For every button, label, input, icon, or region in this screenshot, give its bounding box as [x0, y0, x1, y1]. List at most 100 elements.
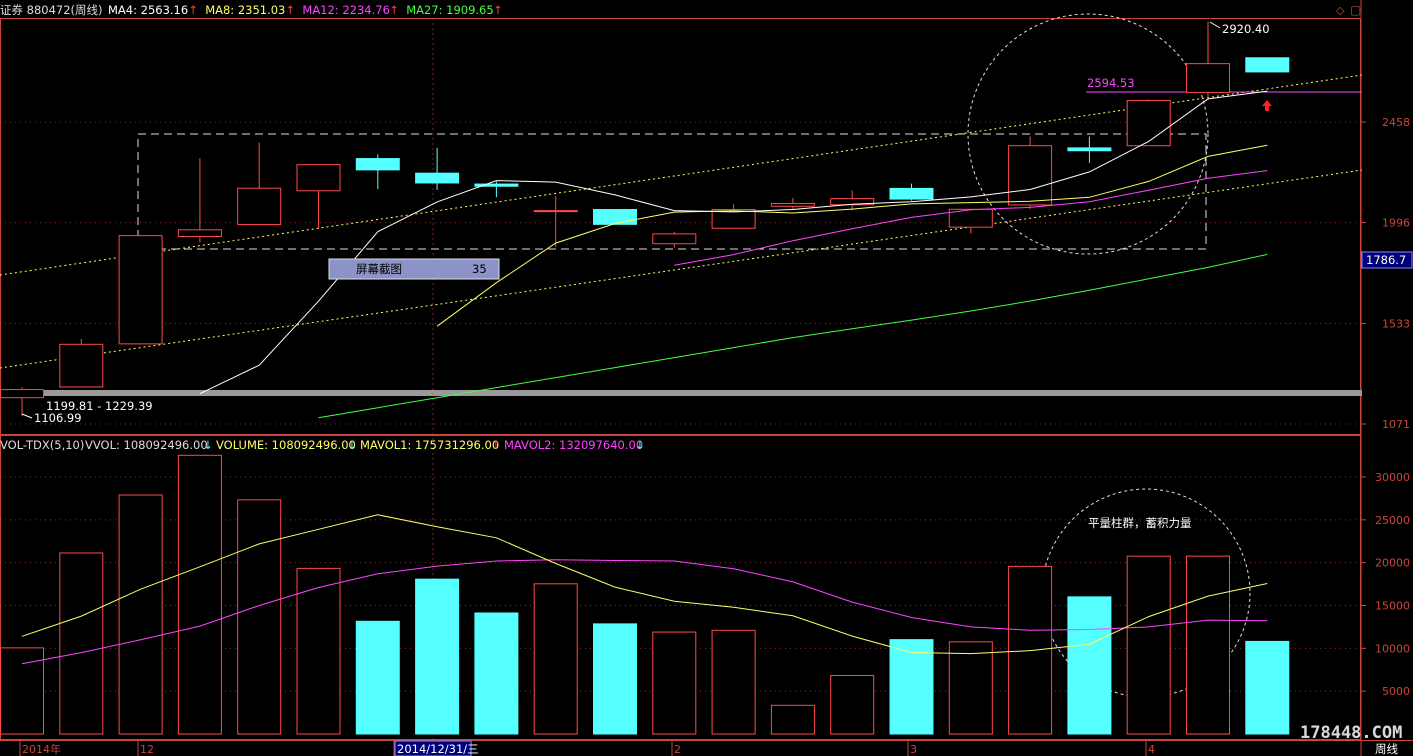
price-tick-label: 2458	[1382, 116, 1410, 129]
candle-up	[59, 343, 104, 388]
volume-tick-label: 5000	[1382, 685, 1410, 698]
ma-arrow-icon: ↑	[389, 3, 399, 17]
x-tick-label: 2	[674, 743, 681, 756]
candle-down	[415, 172, 460, 184]
volume-bar-down	[593, 623, 637, 735]
ma-legend-item-0: MA4: 2563.16	[108, 3, 188, 17]
ma-arrow-icon: ↑	[188, 3, 198, 17]
ma8-line	[436, 144, 1268, 327]
volume-arrow-icon: ↑	[491, 438, 501, 452]
volume-bar-up	[237, 499, 282, 735]
ma-legend-item-2: MA12: 2234.76	[302, 3, 390, 17]
volume-bar-down	[355, 620, 400, 735]
volume-bar-down	[1067, 596, 1112, 735]
volume-bar-up	[533, 583, 578, 735]
low-pointer	[21, 413, 33, 419]
candle-down	[593, 209, 637, 225]
close-icon[interactable]: ▢	[1350, 3, 1361, 17]
candle-up	[652, 233, 697, 245]
x-tick-label: 4	[1148, 743, 1155, 756]
ma-arrow-icon: ↑	[493, 3, 503, 17]
screenshot-tooltip[interactable]: 屏幕截图 35	[328, 258, 500, 280]
candle-up	[177, 229, 222, 238]
volume-tick-label: 25000	[1375, 514, 1410, 527]
candle-up	[1008, 145, 1053, 206]
volume-axis: 30000 25000 20000 15000 10000 5000	[1361, 471, 1410, 698]
volume-bar-up	[711, 629, 756, 735]
volume-bar-up	[1186, 555, 1230, 735]
candle-up	[1186, 63, 1230, 93]
ma-legend: MA4: 2563.16 ↑ MA8: 2351.03 ↑ MA12: 2234.76 ↑…	[108, 3, 503, 17]
volume-legend-item-2: MAVOL1: 175731296.00	[360, 438, 499, 452]
volume-tick-label: 30000	[1375, 471, 1410, 484]
candle-down	[355, 158, 400, 171]
candle-up	[770, 202, 815, 207]
volume-bar-up	[770, 704, 815, 735]
volume-tick-label: 10000	[1375, 642, 1410, 655]
candle-up	[118, 235, 163, 345]
price-axis: 2458 1996 1533 1071	[1361, 116, 1410, 431]
candle-up	[296, 164, 341, 192]
tooltip-value: 35	[472, 262, 487, 276]
x-tick-label: 2014年	[22, 742, 61, 756]
level-label: 2594.53	[1087, 76, 1135, 90]
x-axis: 2014年 12 2014/12/31/三 2 3 4	[19, 740, 1155, 756]
volume-bar-up	[830, 675, 875, 735]
candle-down	[889, 187, 934, 200]
period-label: 周线	[1375, 742, 1398, 756]
last-price-badge: 1786.7	[1361, 251, 1413, 269]
volume-legend-item-3: MAVOL2: 132097640.00	[504, 438, 643, 452]
volume-bar-up	[177, 454, 222, 735]
volume-note: 平量柱群，蓄积力量	[1088, 516, 1192, 530]
volume-arrow-icon: ↓	[347, 438, 357, 452]
volume-bar-down	[1245, 640, 1290, 735]
volume-bar-up	[1126, 555, 1171, 735]
high-label: 2920.40	[1222, 22, 1270, 36]
price-tick-label: 1071	[1382, 418, 1410, 431]
price-header: 证券 880472(周线) MA4: 2563.16 ↑ MA8: 2351.03 ↑…	[0, 3, 503, 17]
volume-bar-up	[296, 567, 341, 735]
ma-lines	[199, 90, 1268, 419]
last-price-value: 1786.7	[1366, 253, 1406, 267]
volume-bar-up	[118, 494, 163, 735]
x-tick-label: 2014/12/31/三	[397, 742, 479, 756]
price-panel-frame	[0, 18, 1361, 435]
candle-up	[237, 187, 282, 226]
candle-up	[1126, 99, 1171, 147]
volume-bar-down	[474, 612, 519, 735]
ma-legend-item-1: MA8: 2351.03	[205, 3, 285, 17]
volume-arrow-icon: ↓	[635, 438, 645, 452]
volume-arrow-icon: ↓	[203, 438, 213, 452]
volume-bar-down	[889, 639, 934, 735]
x-tick-label: 12	[140, 743, 154, 756]
ma-arrow-icon: ↑	[285, 3, 295, 17]
candle-up	[533, 210, 578, 213]
window-controls[interactable]: ◇ ▢	[1336, 3, 1361, 17]
volume-tick-label: 20000	[1375, 557, 1410, 570]
volume-bar-down	[415, 578, 460, 735]
high-pointer	[1209, 21, 1221, 29]
lower-trendline	[0, 169, 1363, 369]
volume-tick-label: 15000	[1375, 600, 1410, 613]
candle-down	[1067, 147, 1112, 152]
price-tick-label: 1533	[1382, 317, 1410, 330]
stock-chart[interactable]: 证券 880472(周线) MA4: 2563.16 ↑ MA8: 2351.03 ↑…	[0, 0, 1413, 756]
restore-icon[interactable]: ◇	[1336, 4, 1345, 17]
candle-up	[0, 389, 44, 399]
volume-bar-up	[59, 552, 104, 735]
candle-down	[1245, 57, 1290, 73]
support-band	[44, 390, 1362, 396]
volume-bar-up	[948, 641, 993, 735]
x-tick-label: 3	[910, 743, 917, 756]
ma-legend-item-3: MA27: 1909.65	[406, 3, 494, 17]
volume-indicator-name: VOL-TDX(5,10)	[0, 438, 84, 452]
volume-legend-item-1: VOLUME: 108092496.00	[216, 438, 356, 452]
price-tick-label: 1996	[1382, 217, 1410, 230]
volume-legend-item-0: VVOL: 108092496.00	[85, 438, 208, 452]
volume-legend: VOL-TDX(5,10) VVOL: 108092496.00↓ VOLUME: …	[0, 438, 645, 452]
watermark: 178448.COM	[1300, 723, 1402, 743]
tooltip-label: 屏幕截图	[356, 262, 402, 276]
ma4-line	[199, 90, 1268, 395]
volume-bar-up	[652, 631, 697, 735]
up-signal-icon	[1262, 100, 1272, 111]
